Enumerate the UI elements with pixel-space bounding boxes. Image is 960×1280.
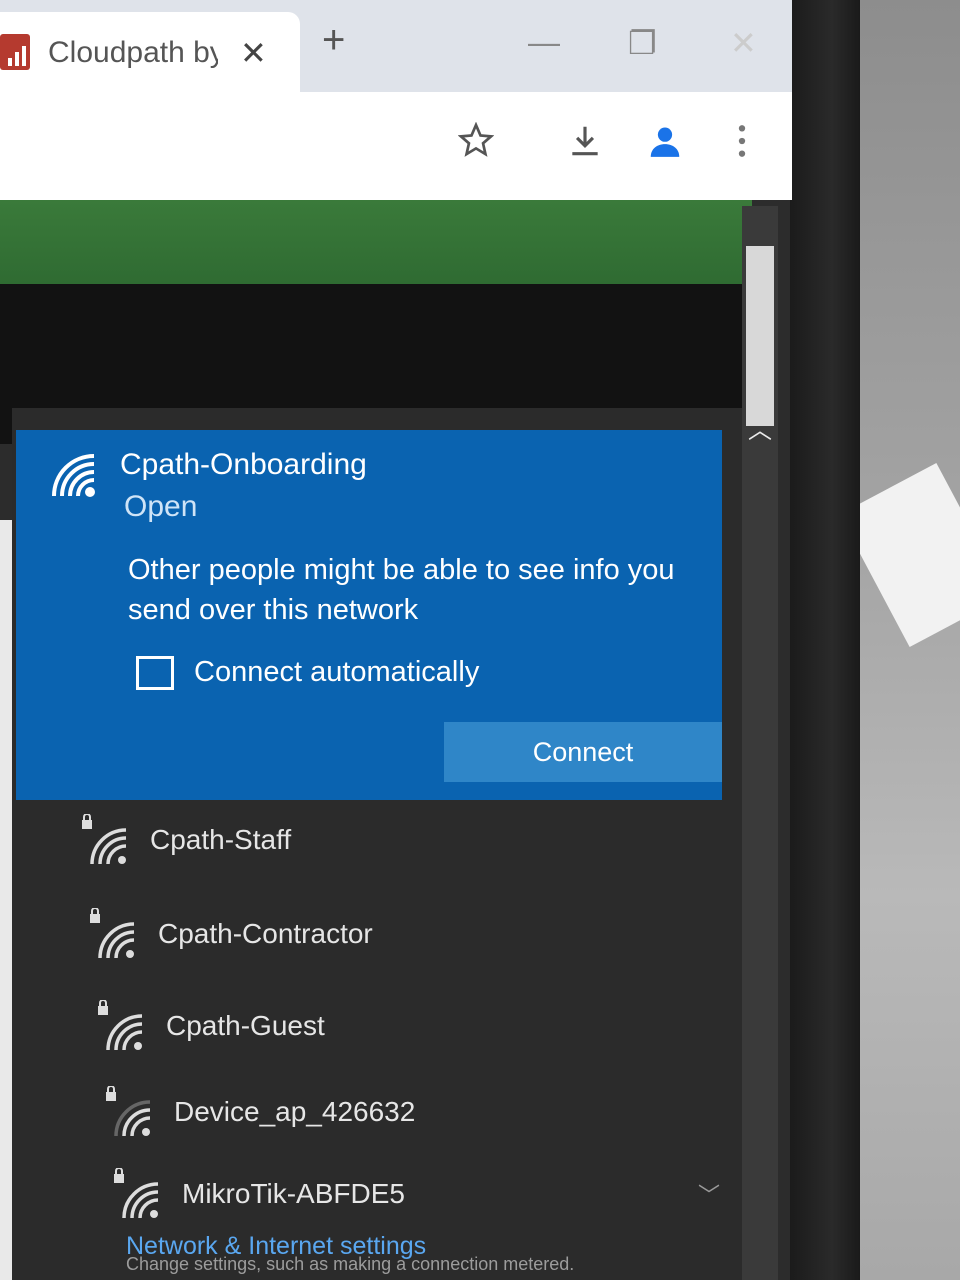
selected-network-name: Cpath-Onboarding — [120, 448, 367, 481]
network-list-item[interactable]: Device_ap_426632 — [102, 1085, 702, 1142]
profile-icon[interactable] — [646, 122, 684, 170]
security-warning-text: Other people might be able to see info y… — [128, 554, 675, 626]
restore-button[interactable]: ❐ — [628, 24, 657, 62]
minimize-button[interactable]: — — [528, 24, 560, 61]
network-list-item[interactable]: Cpath-Contractor — [86, 907, 686, 964]
secured-wifi-icon — [110, 1167, 166, 1229]
site-favicon-icon — [0, 34, 30, 70]
tab-title: Cloudpath by — [48, 36, 218, 69]
selected-network-status: Open — [124, 490, 198, 523]
secured-wifi-weak-icon — [102, 1085, 158, 1147]
chevron-up-icon[interactable]: ︿ — [748, 410, 772, 445]
download-icon[interactable] — [566, 122, 604, 170]
chevron-down-icon[interactable]: ﹀ — [698, 1178, 720, 1210]
network-name: Device_ap_426632 — [174, 1096, 416, 1127]
new-tab-button[interactable]: + — [322, 18, 345, 63]
tab-close-icon[interactable]: ✕ — [240, 34, 267, 72]
network-name: Cpath-Guest — [166, 1010, 325, 1041]
secured-wifi-icon — [94, 999, 150, 1061]
menu-icon[interactable] — [736, 122, 748, 170]
browser-tab[interactable]: Cloudpath by ✕ — [0, 12, 300, 92]
browser-tab-bar: Cloudpath by ✕ + — ❐ ✕ — [0, 0, 792, 92]
wifi-signal-icon — [50, 452, 100, 507]
connect-button[interactable]: Connect — [444, 722, 722, 782]
page-scrollbar[interactable] — [742, 206, 778, 1280]
scrollbar-thumb[interactable] — [746, 246, 774, 426]
connect-automatically-label[interactable]: Connect automatically — [194, 656, 479, 689]
monitor-bezel — [790, 0, 860, 1280]
secured-wifi-icon — [86, 907, 142, 969]
window-close-button[interactable]: ✕ — [730, 24, 757, 62]
star-icon[interactable] — [457, 121, 495, 168]
network-settings-description: Change settings, such as making a connec… — [126, 1254, 575, 1274]
network-name: MikroTik-ABFDE5 — [182, 1178, 405, 1209]
page-header-banner — [0, 200, 752, 284]
browser-toolbar — [0, 92, 792, 200]
network-name: Cpath-Staff — [150, 824, 292, 855]
network-name: Cpath-Contractor — [158, 918, 373, 949]
connect-automatically-checkbox[interactable] — [136, 656, 174, 690]
network-list-item[interactable]: MikroTik-ABFDE5 — [110, 1167, 690, 1224]
network-list-item[interactable]: Cpath-Staff — [78, 813, 678, 870]
secured-wifi-icon — [78, 813, 134, 875]
network-list-item[interactable]: Cpath-Guest — [94, 999, 694, 1056]
